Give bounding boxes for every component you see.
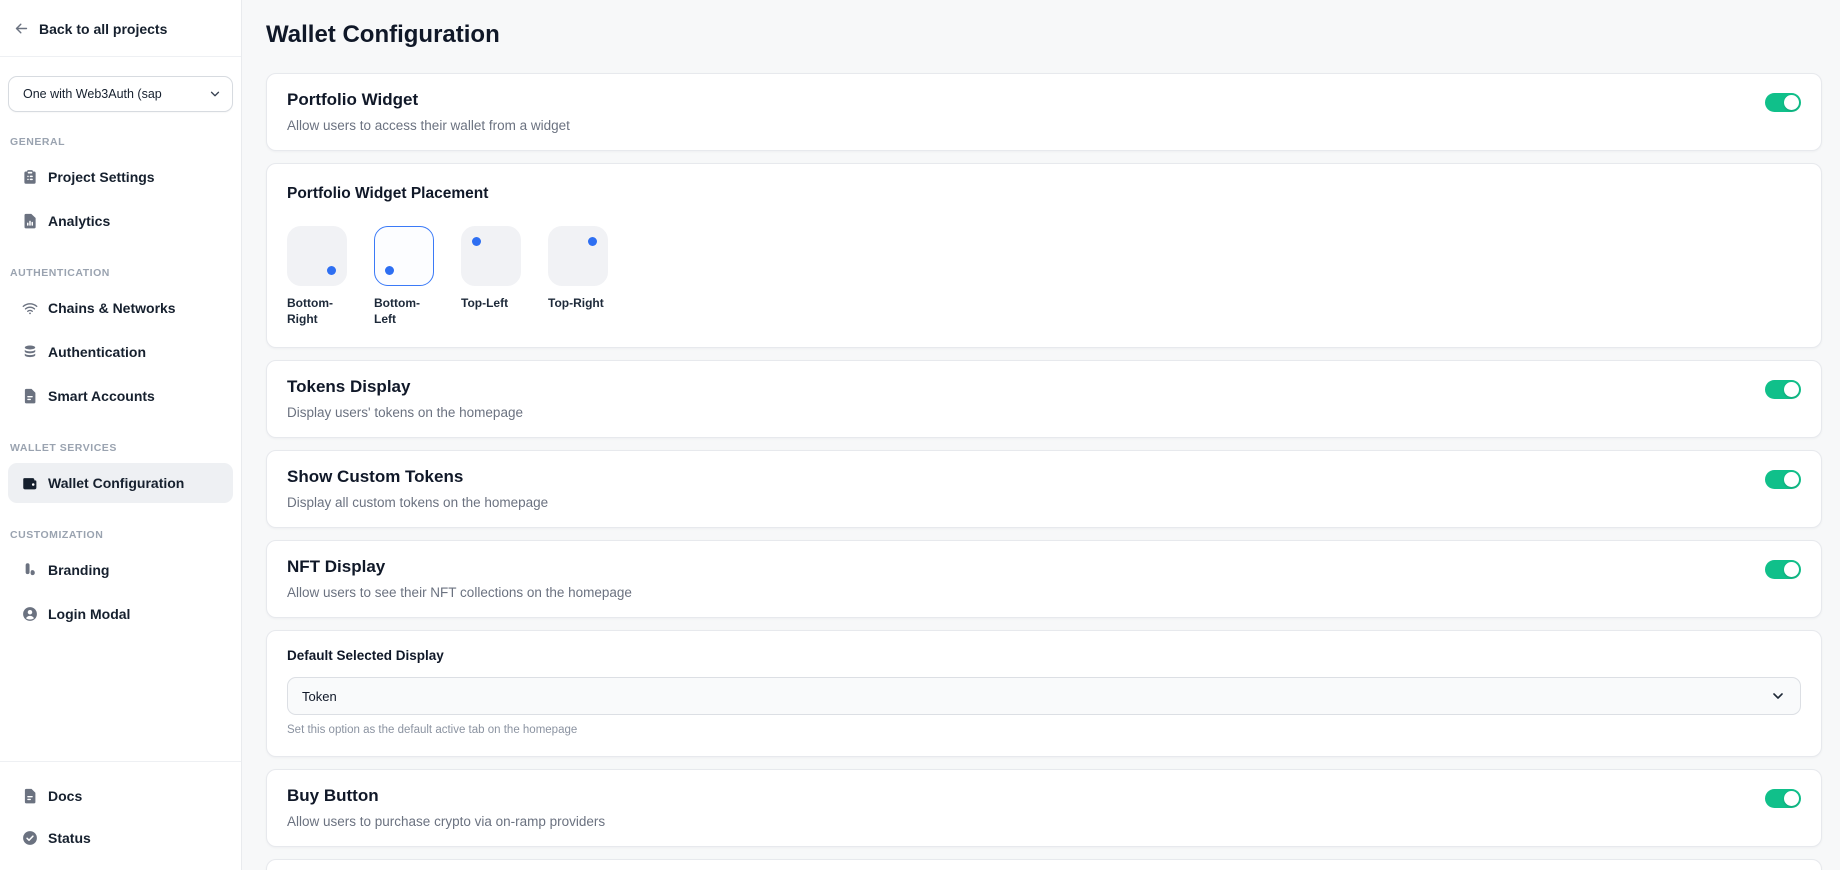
sidebar-footer: Docs Status xyxy=(0,761,241,870)
sidebar-item-label: Project Settings xyxy=(48,169,155,185)
placement-option-top-left[interactable]: Top-Left xyxy=(461,226,521,327)
sidebar-item-label: Status xyxy=(48,830,91,846)
chevron-down-icon xyxy=(208,87,222,101)
show-custom-tokens-title: Show Custom Tokens xyxy=(287,466,548,488)
placement-tile-top-left xyxy=(461,226,521,286)
sidebar-item-chains-networks[interactable]: Chains & Networks xyxy=(8,288,233,328)
project-selector-value: One with Web3Auth (sap xyxy=(23,87,162,101)
tokens-display-card: Tokens Display Display users' tokens on … xyxy=(266,360,1822,438)
sidebar: Back to all projects One with Web3Auth (… xyxy=(0,0,242,870)
back-to-projects-link[interactable]: Back to all projects xyxy=(0,0,241,56)
wallet-icon xyxy=(20,473,40,493)
placement-option-bottom-left[interactable]: Bottom-Left xyxy=(374,226,434,327)
sidebar-item-branding[interactable]: Branding xyxy=(8,550,233,590)
nft-display-toggle[interactable] xyxy=(1765,560,1801,579)
next-card-clipped xyxy=(266,859,1822,870)
buy-button-description: Allow users to purchase crypto via on-ra… xyxy=(287,813,605,831)
placement-title: Portfolio Widget Placement xyxy=(287,184,1801,204)
section-label-customization: CUSTOMIZATION xyxy=(0,529,241,541)
placement-dot-icon xyxy=(588,237,597,246)
toggle-knob xyxy=(1784,472,1799,487)
project-selector[interactable]: One with Web3Auth (sap xyxy=(8,76,233,112)
default-display-select[interactable]: Token xyxy=(287,677,1801,715)
page-title: Wallet Configuration xyxy=(266,20,1822,49)
docs-icon xyxy=(20,786,40,806)
tokens-display-description: Display users' tokens on the homepage xyxy=(287,404,523,422)
placement-tile-bottom-right xyxy=(287,226,347,286)
section-label-wallet-services: WALLET SERVICES xyxy=(0,442,241,454)
placement-dot-icon xyxy=(472,237,481,246)
sidebar-divider xyxy=(0,56,241,57)
sidebar-item-label: Login Modal xyxy=(48,606,130,622)
default-display-label: Default Selected Display xyxy=(287,647,1801,665)
toggle-knob xyxy=(1784,791,1799,806)
placement-dot-icon xyxy=(385,266,394,275)
sidebar-item-label: Smart Accounts xyxy=(48,388,155,404)
buy-button-toggle[interactable] xyxy=(1765,789,1801,808)
placement-tile-top-right xyxy=(548,226,608,286)
show-custom-tokens-card: Show Custom Tokens Display all custom to… xyxy=(266,450,1822,528)
sidebar-item-label: Analytics xyxy=(48,213,110,229)
placement-label: Top-Right xyxy=(548,295,608,311)
portfolio-widget-placement-card: Portfolio Widget Placement Bottom-Right … xyxy=(266,163,1822,348)
portfolio-widget-toggle[interactable] xyxy=(1765,93,1801,112)
placement-tile-bottom-left-selected xyxy=(374,226,434,286)
section-label-authentication: AUTHENTICATION xyxy=(0,267,241,279)
nft-display-description: Allow users to see their NFT collections… xyxy=(287,584,632,602)
show-custom-tokens-description: Display all custom tokens on the homepag… xyxy=(287,494,548,512)
portfolio-widget-title: Portfolio Widget xyxy=(287,89,570,111)
sidebar-item-label: Chains & Networks xyxy=(48,300,176,316)
back-label: Back to all projects xyxy=(39,21,167,37)
wifi-icon xyxy=(20,298,40,318)
portfolio-widget-card: Portfolio Widget Allow users to access t… xyxy=(266,73,1822,151)
main-content: Wallet Configuration Portfolio Widget Al… xyxy=(242,0,1840,870)
user-circle-icon xyxy=(20,604,40,624)
sidebar-item-login-modal[interactable]: Login Modal xyxy=(8,594,233,634)
placement-options: Bottom-Right Bottom-Left Top-Left Top-Ri… xyxy=(287,226,1801,327)
tokens-display-title: Tokens Display xyxy=(287,376,523,398)
sidebar-item-wallet-configuration[interactable]: Wallet Configuration xyxy=(8,463,233,503)
placement-option-top-right[interactable]: Top-Right xyxy=(548,226,608,327)
check-circle-icon xyxy=(20,828,40,848)
nft-display-card: NFT Display Allow users to see their NFT… xyxy=(266,540,1822,618)
brush-icon xyxy=(20,560,40,580)
placement-label: Bottom-Left xyxy=(374,295,434,327)
toggle-knob xyxy=(1784,382,1799,397)
sidebar-item-label: Branding xyxy=(48,562,109,578)
sidebar-item-label: Docs xyxy=(48,788,82,804)
buy-button-title: Buy Button xyxy=(287,785,605,807)
document-icon xyxy=(20,386,40,406)
placement-label: Top-Left xyxy=(461,295,521,311)
clipboard-icon xyxy=(20,167,40,187)
placement-option-bottom-right[interactable]: Bottom-Right xyxy=(287,226,347,327)
nft-display-title: NFT Display xyxy=(287,556,632,578)
chevron-down-icon xyxy=(1770,688,1786,704)
show-custom-tokens-toggle[interactable] xyxy=(1765,470,1801,489)
tokens-display-toggle[interactable] xyxy=(1765,380,1801,399)
database-icon xyxy=(20,342,40,362)
toggle-knob xyxy=(1784,562,1799,577)
default-selected-display-card: Default Selected Display Token Set this … xyxy=(266,630,1822,757)
toggle-knob xyxy=(1784,95,1799,110)
analytics-icon xyxy=(20,211,40,231)
sidebar-item-project-settings[interactable]: Project Settings xyxy=(8,157,233,197)
arrow-left-icon xyxy=(13,20,30,37)
sidebar-item-analytics[interactable]: Analytics xyxy=(8,201,233,241)
placement-dot-icon xyxy=(327,266,336,275)
sidebar-item-label: Authentication xyxy=(48,344,146,360)
sidebar-item-status[interactable]: Status xyxy=(8,818,233,858)
buy-button-card: Buy Button Allow users to purchase crypt… xyxy=(266,769,1822,847)
sidebar-item-authentication[interactable]: Authentication xyxy=(8,332,233,372)
sidebar-item-label: Wallet Configuration xyxy=(48,475,184,491)
section-label-general: GENERAL xyxy=(0,136,241,148)
default-display-value: Token xyxy=(302,689,337,704)
placement-label: Bottom-Right xyxy=(287,295,347,327)
default-display-helper: Set this option as the default active ta… xyxy=(287,723,1801,738)
sidebar-item-smart-accounts[interactable]: Smart Accounts xyxy=(8,376,233,416)
sidebar-item-docs[interactable]: Docs xyxy=(8,776,233,816)
portfolio-widget-description: Allow users to access their wallet from … xyxy=(287,117,570,135)
